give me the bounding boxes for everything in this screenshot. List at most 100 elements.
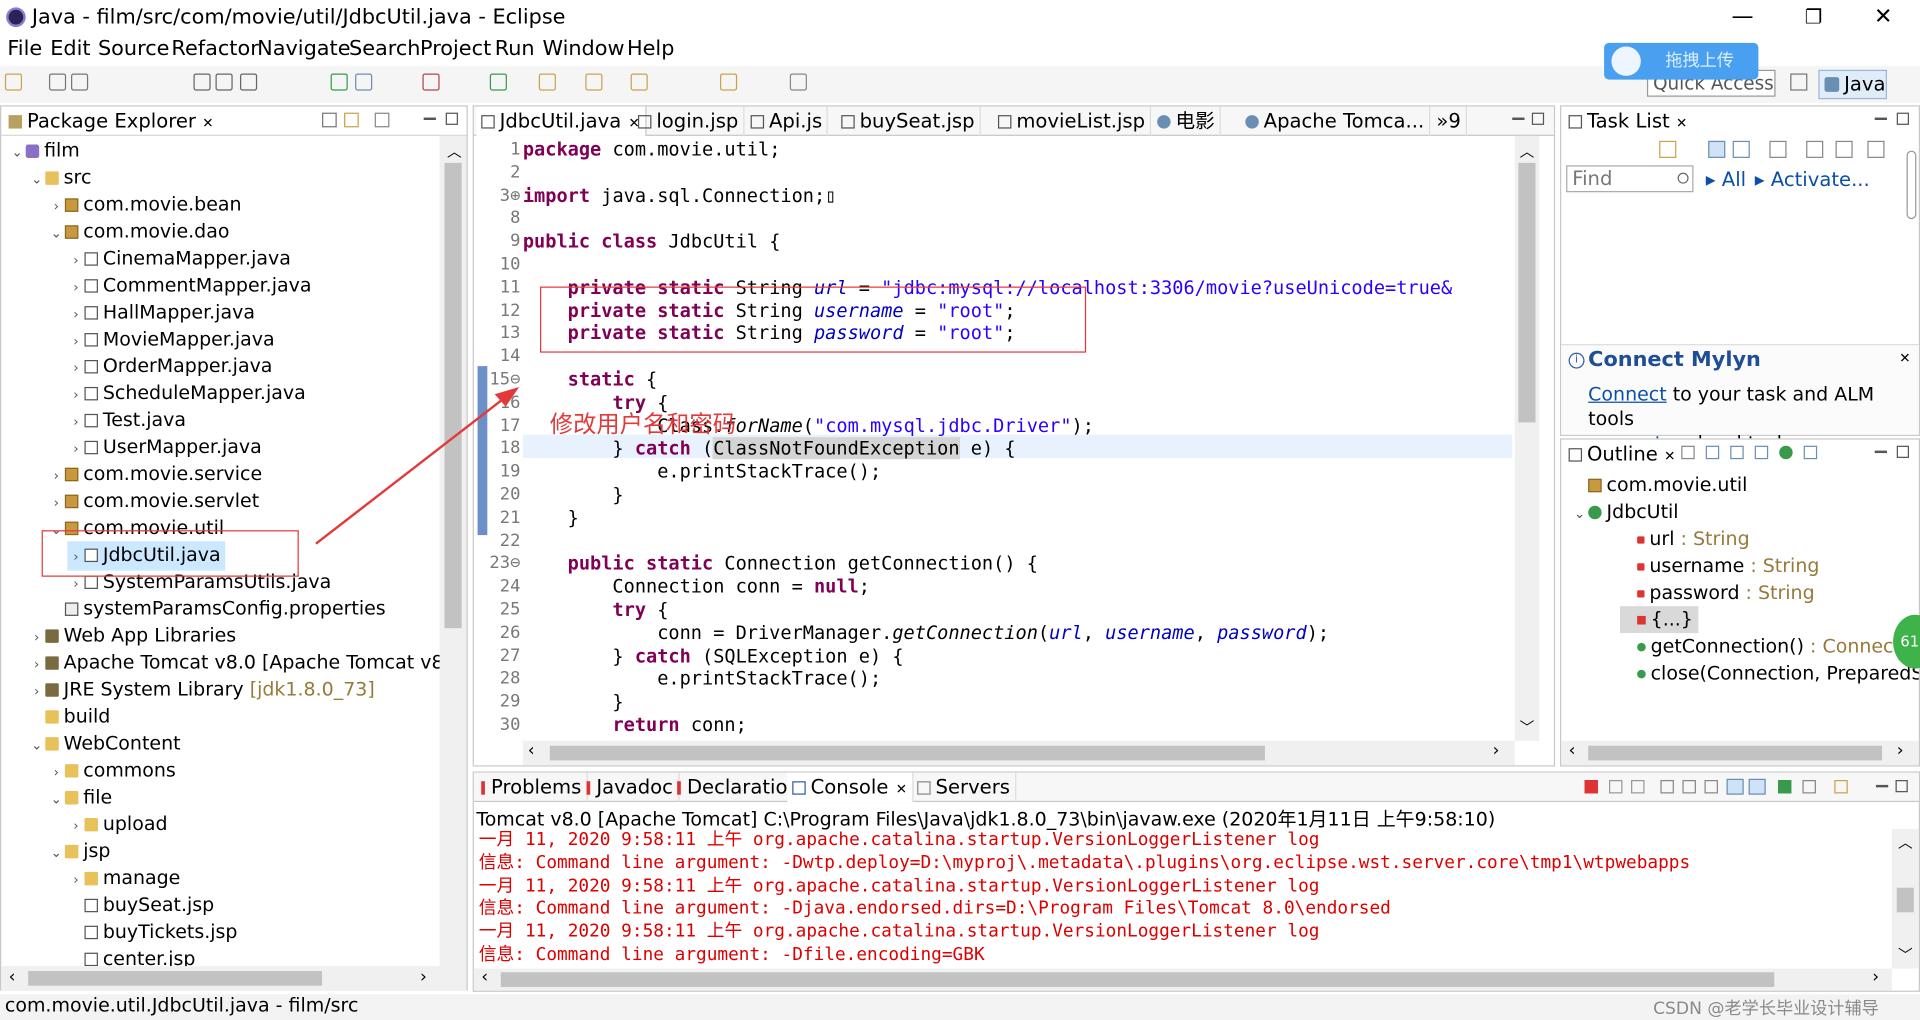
tree-item[interactable]: ⌄ com.movie.dao xyxy=(48,218,230,247)
code-line[interactable]: package com.movie.util; xyxy=(523,138,781,161)
minimize-button[interactable]: — xyxy=(1714,2,1770,31)
tree-item[interactable]: › CommentMapper.java xyxy=(67,272,311,301)
menu-source[interactable]: Source xyxy=(98,37,169,61)
outline-item[interactable]: url : String xyxy=(1620,525,1750,552)
maximize-view-icon[interactable] xyxy=(1895,780,1908,793)
close-button[interactable]: ✕ xyxy=(1855,2,1911,31)
package-explorer-tab[interactable]: Package Explorer ✕ xyxy=(4,107,219,136)
word-wrap-icon[interactable] xyxy=(1704,780,1718,794)
outline-item[interactable]: password : String xyxy=(1620,579,1815,606)
tree-item[interactable]: › HallMapper.java xyxy=(67,299,255,328)
bottom-tab[interactable]: Problems xyxy=(476,772,588,803)
code-line[interactable]: public class JdbcUtil { xyxy=(523,230,781,253)
tree-item[interactable]: › com.movie.service xyxy=(48,460,263,489)
categorized-icon[interactable] xyxy=(1708,140,1726,158)
menu-search[interactable]: Search xyxy=(349,37,421,61)
hide-static-icon[interactable] xyxy=(1730,445,1744,460)
scroll-right-icon[interactable]: › xyxy=(1872,967,1879,987)
tree-item[interactable]: systemParamsConfig.properties xyxy=(48,595,386,622)
code-line[interactable]: import java.sql.Connection;▯ xyxy=(523,184,837,207)
chevron-right-icon[interactable]: › xyxy=(28,678,45,705)
menu-edit[interactable]: Edit xyxy=(50,37,90,61)
chevron-down-icon[interactable]: ⌄ xyxy=(28,167,45,194)
code-line[interactable]: static { xyxy=(523,369,658,392)
code-line[interactable]: e.printStackTrace(); xyxy=(523,461,881,484)
show-on-error-icon[interactable] xyxy=(1748,778,1766,795)
hide-nonpublic-icon[interactable] xyxy=(1754,445,1769,460)
task-find-input[interactable]: Find xyxy=(1566,165,1694,193)
chevron-right-icon[interactable]: › xyxy=(67,382,84,409)
scroll-right-icon[interactable]: › xyxy=(1897,741,1904,761)
outline-item[interactable]: com.movie.util xyxy=(1571,471,1747,498)
scroll-up-icon[interactable]: ︿ xyxy=(1520,141,1535,162)
scroll-left-icon[interactable]: ‹ xyxy=(1569,741,1576,761)
explorer-vertical-scrollbar[interactable]: ︿ xyxy=(439,135,467,967)
chevron-right-icon[interactable]: › xyxy=(67,355,84,382)
upload-badge[interactable]: 拖拽上传 xyxy=(1604,42,1759,80)
chevron-right-icon[interactable]: › xyxy=(48,193,65,220)
tree-item[interactable]: center.jsp xyxy=(67,945,195,967)
code-line[interactable]: } catch (ClassNotFoundException e) { xyxy=(523,437,1016,461)
menu-refactor[interactable]: Refactor xyxy=(171,37,258,61)
minimize-view-icon[interactable] xyxy=(423,117,436,121)
sort-icon[interactable] xyxy=(1681,445,1695,460)
tree-item[interactable]: › Test.java xyxy=(67,407,186,436)
tree-item[interactable]: › MovieMapper.java xyxy=(67,326,274,355)
outline-item[interactable]: username : String xyxy=(1620,552,1819,579)
maximize-button[interactable]: ❐ xyxy=(1785,2,1841,31)
tree-item[interactable]: › CinemaMapper.java xyxy=(67,245,291,274)
chevron-down-icon[interactable]: ⌄ xyxy=(28,732,45,759)
filter-icon[interactable] xyxy=(1769,140,1787,158)
forward-icon[interactable] xyxy=(789,73,807,91)
code-line[interactable]: Connection conn = null; xyxy=(523,576,870,599)
outline-item[interactable]: {...} xyxy=(1620,606,1698,634)
menu-window[interactable]: Window xyxy=(542,37,624,61)
bottom-tab[interactable]: Servers xyxy=(912,772,1017,803)
activate-link[interactable]: Activate... xyxy=(1771,168,1870,191)
next-annotation-icon[interactable] xyxy=(630,73,648,91)
external-tools-icon[interactable] xyxy=(422,73,440,91)
task-list-tab[interactable]: Task List ✕ xyxy=(1564,107,1692,136)
remove-launch-icon[interactable] xyxy=(1608,780,1623,794)
tree-item[interactable]: › commons xyxy=(48,757,176,786)
scroll-down-icon[interactable]: ﹀ xyxy=(1520,716,1535,737)
collapse-all-icon[interactable] xyxy=(1835,140,1853,158)
editor-vertical-scrollbar[interactable]: ︿ ﹀ xyxy=(1514,135,1540,741)
scroll-left-icon[interactable]: ‹ xyxy=(528,741,535,761)
chevron-down-icon[interactable]: ⌄ xyxy=(48,840,65,867)
chevron-down-icon[interactable]: ⌄ xyxy=(9,140,26,167)
console-horizontal-scrollbar[interactable]: ‹ › xyxy=(473,967,1892,991)
terminate-icon[interactable] xyxy=(1584,780,1598,794)
tree-item[interactable]: ⌄ film xyxy=(9,137,79,167)
outline-item[interactable]: getConnection() : Connection xyxy=(1620,633,1919,660)
open-type-icon[interactable] xyxy=(538,73,556,91)
outline-tab[interactable]: Outline ✕ xyxy=(1564,440,1681,469)
search-icon[interactable] xyxy=(1677,172,1689,184)
open-perspective-icon[interactable] xyxy=(1790,73,1808,91)
code-line[interactable]: return conn; xyxy=(523,714,746,737)
tree-item[interactable]: › com.movie.bean xyxy=(48,191,242,220)
explorer-scroll-thumb[interactable] xyxy=(444,162,462,629)
editor-hscroll-thumb[interactable] xyxy=(549,745,1265,761)
code-line[interactable]: conn = DriverManager.getConnection(url, … xyxy=(523,622,1329,645)
editor-tab[interactable]: Apache Tomca... xyxy=(1240,106,1431,136)
collapse-all-icon[interactable] xyxy=(322,112,337,128)
pin-console-icon[interactable] xyxy=(1777,780,1792,794)
editor-tab[interactable]: JdbcUtil.java ✕ xyxy=(476,106,646,136)
debug-icon[interactable] xyxy=(355,73,373,91)
chevron-right-icon[interactable]: › xyxy=(67,247,84,274)
close-icon[interactable]: ✕ xyxy=(1664,448,1675,464)
menu-help[interactable]: Help xyxy=(627,37,674,61)
scroll-right-icon[interactable]: › xyxy=(420,967,427,987)
java-perspective-button[interactable]: Java xyxy=(1818,69,1887,100)
chevron-down-icon[interactable]: ⌄ xyxy=(1571,501,1588,528)
editor-scroll-thumb[interactable] xyxy=(1518,162,1536,423)
tree-item[interactable]: › Web App Libraries xyxy=(28,622,236,651)
task-list-scrollbar[interactable] xyxy=(1904,138,1919,224)
tree-item[interactable]: › JRE System Library [jdk1.8.0_73] xyxy=(28,676,375,705)
scroll-right-icon[interactable]: › xyxy=(1493,741,1500,761)
tree-item[interactable]: build xyxy=(28,703,110,730)
search-icon[interactable] xyxy=(585,73,603,91)
new-icon[interactable] xyxy=(4,73,23,91)
console-scroll-thumb[interactable] xyxy=(1896,887,1914,913)
